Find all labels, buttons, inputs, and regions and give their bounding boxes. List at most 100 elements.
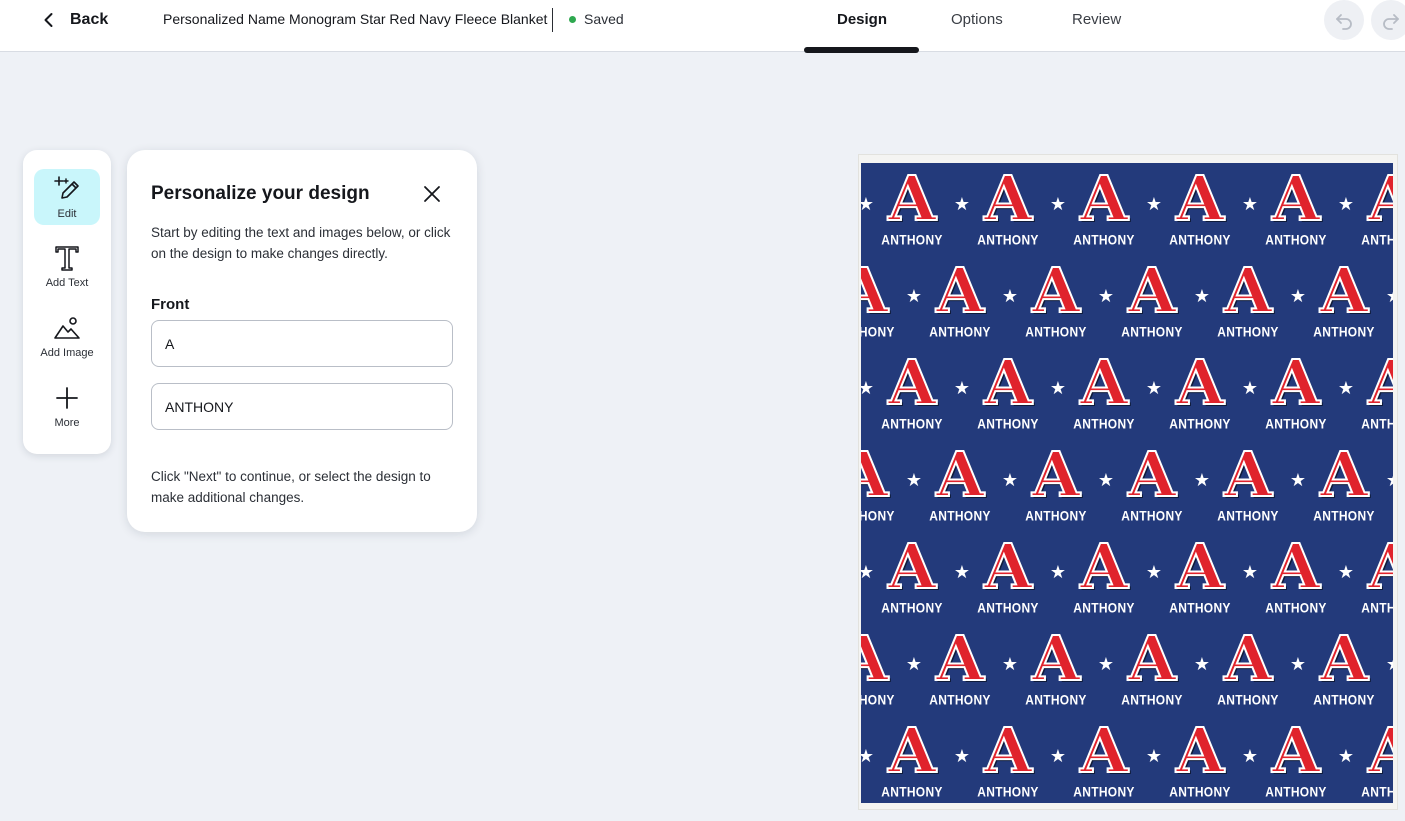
pattern-tile: AANTHONY (1104, 254, 1200, 353)
monogram-name: ANTHONY (1025, 691, 1087, 709)
monogram-name: ANTHONY (1169, 231, 1231, 249)
pattern-tile: AANTHONY (1008, 622, 1104, 721)
rail-item-more[interactable]: More (34, 378, 100, 434)
tab-options[interactable]: Options (951, 11, 1003, 28)
panel-intro-text: Start by editing the text and images bel… (151, 225, 451, 261)
pattern-tile: AANTHONY (912, 259, 1008, 353)
rail-label-add-image: Add Image (40, 347, 94, 359)
monogram-letter: A (1127, 622, 1177, 695)
pattern-tile: AANTHONY (1248, 535, 1344, 629)
pattern-tile: AANTHONY (912, 443, 1008, 537)
pattern-tile: AANTHONY (1392, 261, 1393, 353)
monogram-name: ANTHONY (929, 691, 991, 709)
monogram-name: ANTHONY (1169, 783, 1231, 801)
close-icon[interactable] (420, 182, 444, 206)
monogram-name: ANTHONY (861, 691, 895, 709)
name-text-field[interactable] (151, 383, 453, 430)
monogram-letter: A (983, 163, 1033, 235)
monogram-letter: A (1367, 530, 1393, 603)
monogram-name: ANTHONY (1392, 692, 1393, 708)
blanket-design-preview[interactable]: AANTHONY★AANTHONY★AANTHONY★AANTHONY★AANT… (861, 163, 1393, 803)
monogram-name: ANTHONY (1392, 324, 1393, 340)
pattern-tile: AANTHONY (1152, 530, 1248, 629)
monogram-letter: A (1319, 254, 1369, 327)
monogram-text-field[interactable] (151, 320, 453, 367)
monogram-letter: A (1271, 714, 1321, 787)
pattern-tile: AANTHONY (1200, 443, 1296, 537)
monogram-name: ANTHONY (1361, 231, 1393, 249)
pattern-tile: AANTHONY (1296, 254, 1392, 353)
pattern-tile: AANTHONY (1056, 714, 1152, 803)
title-divider (552, 8, 553, 32)
monogram-letter: A (887, 530, 937, 603)
back-label: Back (70, 11, 109, 28)
monogram-name: ANTHONY (1265, 231, 1327, 249)
pattern-tile: AANTHONY (864, 167, 960, 261)
monogram-letter: A (1175, 530, 1225, 603)
monogram-name: ANTHONY (1121, 323, 1183, 341)
monogram-letter: A (1175, 346, 1225, 419)
undo-icon (1336, 14, 1352, 30)
pattern-tile: AANTHONY (1248, 714, 1344, 803)
monogram-letter: A (861, 438, 889, 511)
monogram-letter: A (935, 622, 985, 695)
monogram-letter: A (1127, 254, 1177, 327)
pattern-tile: AANTHONY (861, 259, 912, 353)
monogram-name: ANTHONY (977, 415, 1039, 433)
text-t-icon (55, 246, 79, 271)
rail-item-add-text[interactable]: Add Text (34, 238, 100, 294)
saved-dot-icon (569, 15, 576, 23)
rail-item-edit[interactable]: Edit (34, 169, 100, 225)
top-bar: Back Personalized Name Monogram Star Red… (0, 0, 1405, 53)
rail-item-add-image[interactable]: Add Image (34, 308, 100, 364)
pattern-tile: AANTHONY (1344, 163, 1393, 261)
monogram-letter: A (1319, 622, 1369, 695)
monogram-letter: A (1175, 714, 1225, 787)
monogram-name: ANTHONY (1217, 507, 1279, 525)
monogram-name: ANTHONY (1265, 415, 1327, 433)
monogram-name: ANTHONY (1313, 507, 1375, 525)
back-button[interactable]: Back (40, 8, 108, 32)
monogram-name: ANTHONY (1169, 599, 1231, 617)
tab-review[interactable]: Review (1072, 11, 1121, 28)
product-title: Personalized Name Monogram Star Red Navy… (163, 11, 548, 27)
monogram-letter: A (983, 714, 1033, 787)
monogram-letter: A (1271, 163, 1321, 235)
monogram-name: ANTHONY (1121, 507, 1183, 525)
monogram-letter: A (1367, 163, 1393, 235)
pattern-tile: AANTHONY (861, 438, 912, 537)
monogram-name: ANTHONY (1361, 415, 1393, 433)
undo-button[interactable] (1324, 0, 1364, 40)
monogram-letter: A (1079, 714, 1129, 787)
pattern-tile: AANTHONY (1056, 535, 1152, 629)
monogram-name: ANTHONY (977, 783, 1039, 801)
monogram-letter: A (1031, 438, 1081, 511)
personalize-panel: Personalize your design Start by editing… (127, 150, 477, 532)
monogram-letter: A (1031, 622, 1081, 695)
rail-label-edit: Edit (57, 208, 77, 220)
rail-label-add-text: Add Text (45, 277, 89, 289)
redo-button[interactable] (1371, 0, 1405, 40)
tab-design[interactable]: Design (837, 11, 887, 28)
pattern-tile: AANTHONY (864, 719, 960, 803)
pattern-tile: AANTHONY (1392, 445, 1393, 537)
monogram-letter: A (1031, 254, 1081, 327)
monogram-name: ANTHONY (977, 599, 1039, 617)
pattern-tile: AANTHONY (864, 346, 960, 445)
monogram-letter: A (1367, 714, 1393, 787)
monogram-letter: A (887, 346, 937, 419)
monogram-name: ANTHONY (1313, 323, 1375, 341)
pattern-tile: AANTHONY (960, 714, 1056, 803)
monogram-name: ANTHONY (1073, 231, 1135, 249)
monogram-letter: A (1223, 622, 1273, 695)
pattern-tile: AANTHONY (1344, 530, 1393, 629)
pattern-tile: AANTHONY (1152, 714, 1248, 803)
monogram-name: ANTHONY (1217, 323, 1279, 341)
tool-rail: Edit Add Text Add Image More (23, 150, 111, 454)
pattern-tile: AANTHONY (1392, 629, 1393, 721)
pattern-tile: AANTHONY (960, 351, 1056, 445)
monogram-name: ANTHONY (1361, 599, 1393, 617)
monogram-name: ANTHONY (1217, 691, 1279, 709)
pattern-tile: AANTHONY (960, 535, 1056, 629)
pattern-tile: A ANTHONY (1296, 622, 1392, 721)
